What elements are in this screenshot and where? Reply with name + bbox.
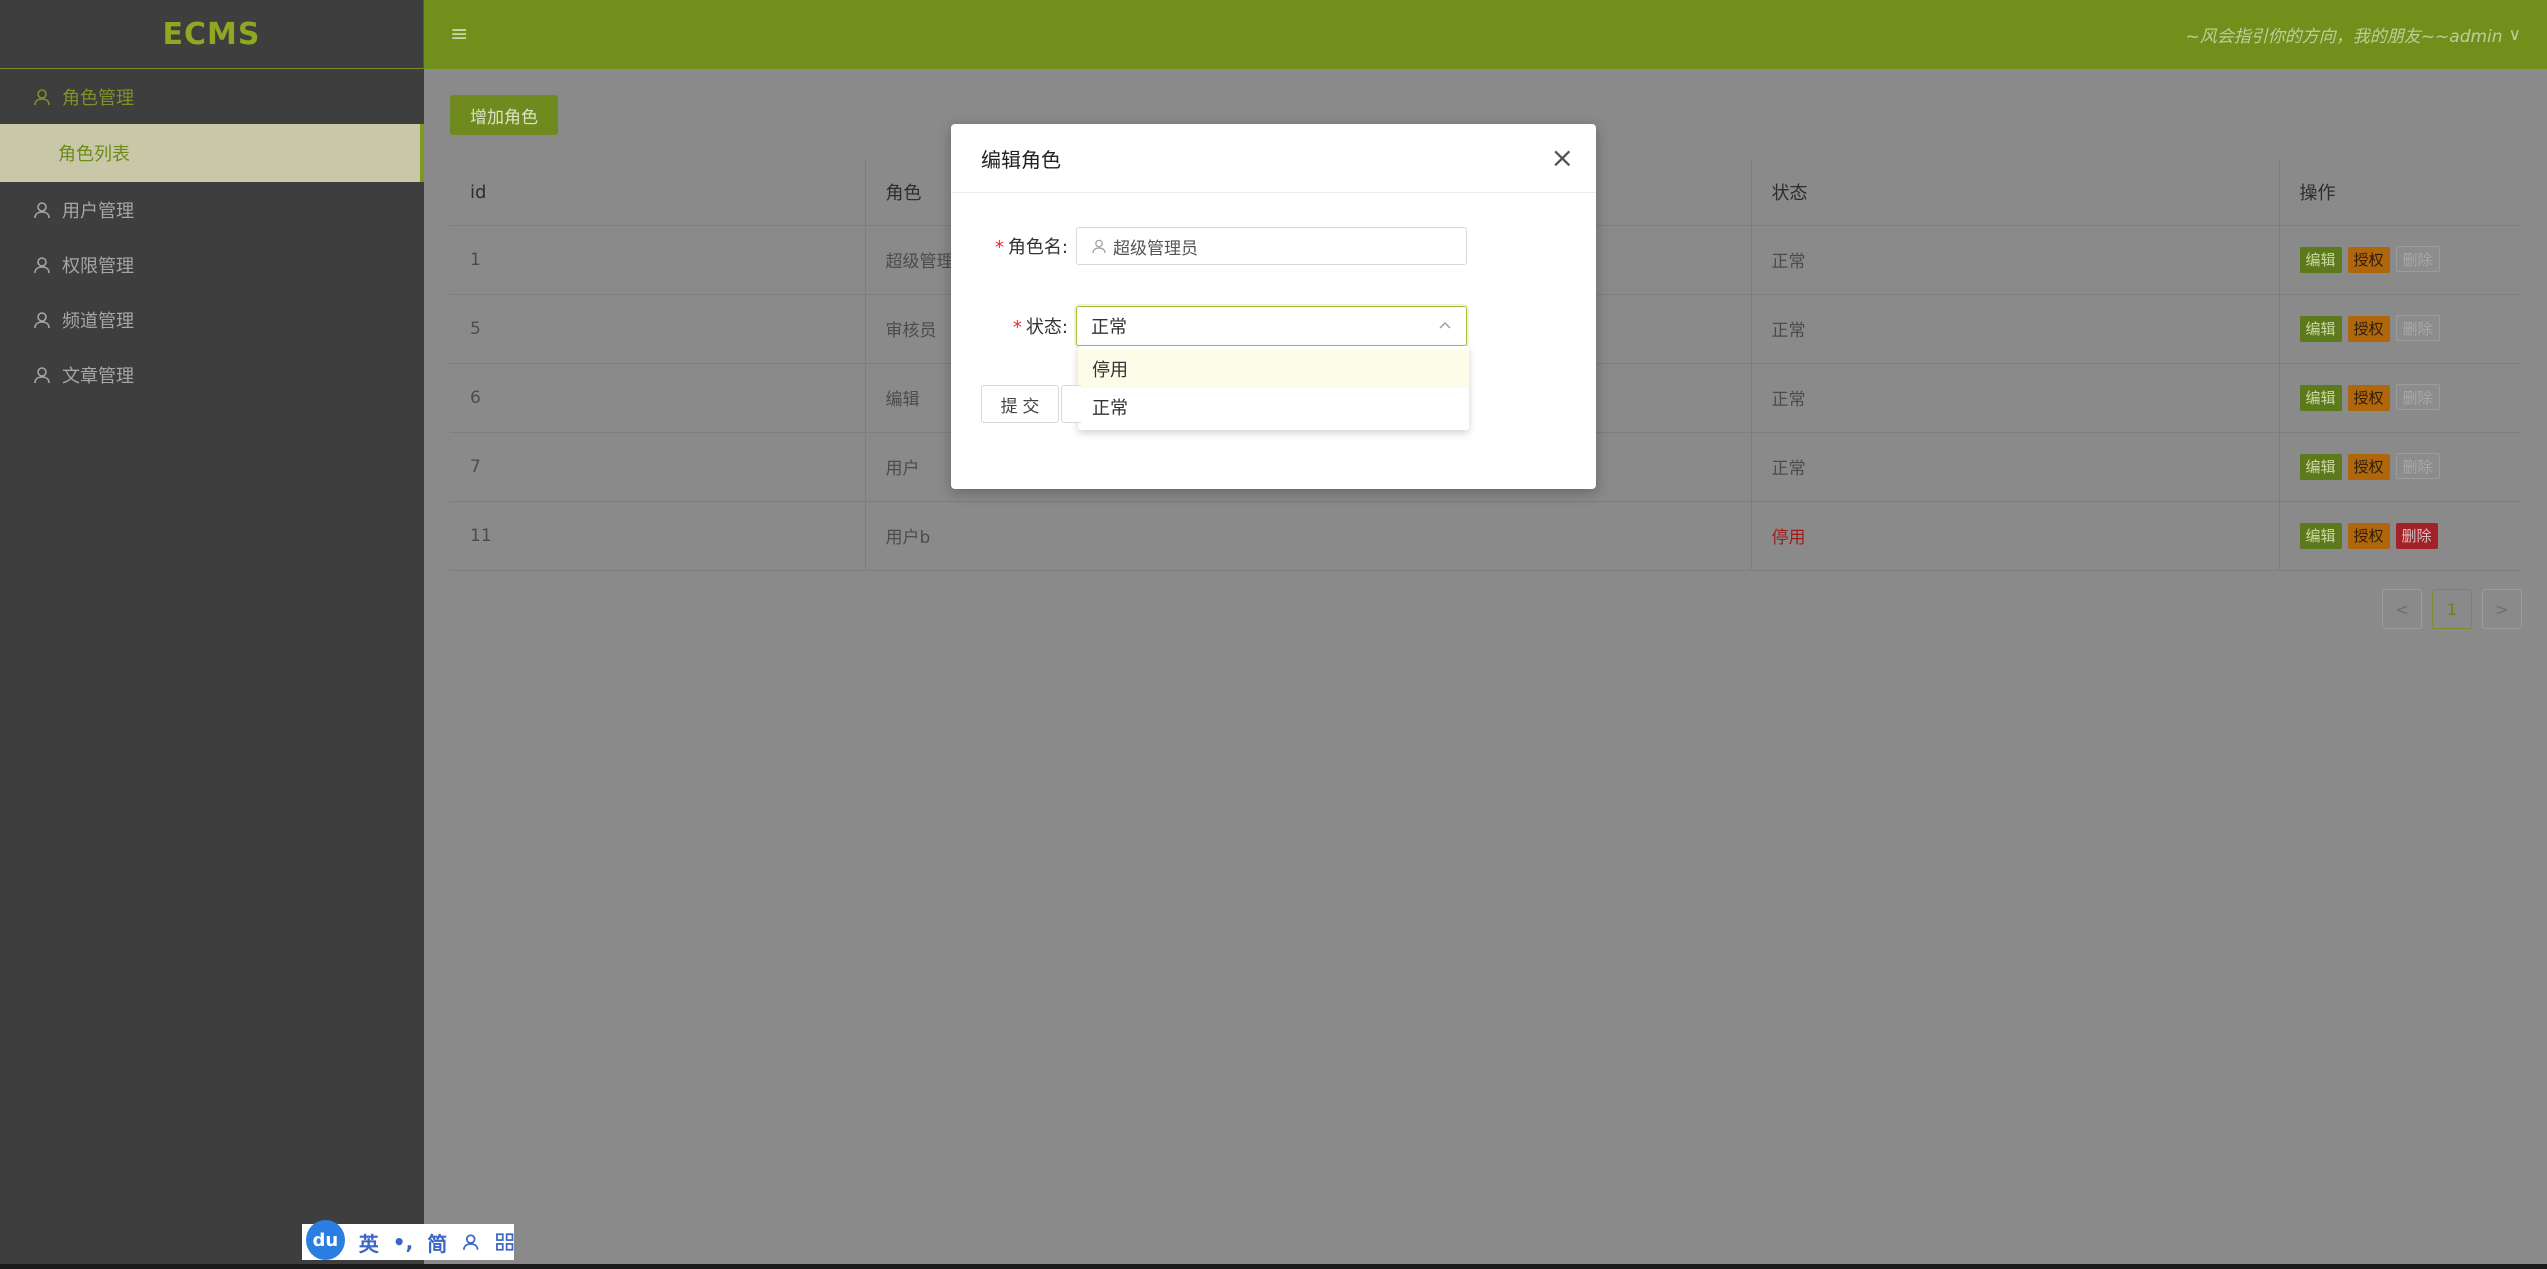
edit-button[interactable]: 编辑 xyxy=(2299,385,2342,411)
cell-status: 正常 xyxy=(1750,363,2279,433)
status-dropdown: 停用 正常 xyxy=(1078,346,1469,430)
sidebar: ECMS 角色管理 角色列表 用户管理 权限管理 频道管理 文章管理 xyxy=(0,0,424,1269)
cell-id: 5 xyxy=(450,294,865,364)
edit-button[interactable]: 编辑 xyxy=(2299,454,2342,480)
ime-punctuation-toggle[interactable]: •, xyxy=(393,1230,413,1254)
ime-logo-icon[interactable]: du xyxy=(306,1220,345,1260)
cell-actions: 编辑 授权 删除 xyxy=(2278,294,2520,364)
cell-actions: 编辑 授权 删除 xyxy=(2278,363,2520,433)
user-icon xyxy=(1092,239,1106,254)
close-icon[interactable]: × xyxy=(1551,144,1574,172)
cell-actions: 编辑 授权 删除 xyxy=(2278,225,2520,295)
authorize-button[interactable]: 授权 xyxy=(2347,454,2390,480)
cell-status: 正常 xyxy=(1750,294,2279,364)
sidebar-subitem-role-list[interactable]: 角色列表 xyxy=(0,124,424,182)
required-mark: * xyxy=(1012,317,1022,338)
cell-role: 用户b xyxy=(864,501,1751,571)
user-menu-text: ~风会指引你的方向，我的朋友~~admin xyxy=(2185,27,2503,47)
status-select[interactable]: 正常 xyxy=(1076,306,1467,346)
cell-status: 停用 xyxy=(1750,501,2279,571)
delete-button: 删除 xyxy=(2395,384,2440,410)
sidebar-item-label: 频道管理 xyxy=(62,310,134,332)
column-header-id: id xyxy=(450,160,865,226)
cell-id: 6 xyxy=(450,363,865,433)
role-name-value: 超级管理员 xyxy=(1113,238,1198,259)
pagination-prev[interactable]: < xyxy=(2382,589,2422,629)
user-icon xyxy=(34,256,50,273)
top-header: ≡ ~风会指引你的方向，我的朋友~~admin ∨ xyxy=(424,0,2547,69)
delete-button: 删除 xyxy=(2395,453,2440,479)
column-header-status: 状态 xyxy=(1750,160,2279,226)
authorize-button[interactable]: 授权 xyxy=(2347,316,2390,342)
table-row: 11 用户b 停用 编辑 授权 删除 xyxy=(450,501,2520,571)
sidebar-item-label: 角色管理 xyxy=(62,87,134,109)
sidebar-item-label: 权限管理 xyxy=(62,255,134,277)
grid-icon[interactable] xyxy=(495,1232,514,1252)
app-logo: ECMS xyxy=(0,0,424,69)
cell-actions: 编辑 授权 删除 xyxy=(2278,432,2520,502)
column-header-actions: 操作 xyxy=(2278,160,2520,226)
user-icon xyxy=(34,201,50,218)
submit-button[interactable]: 提 交 xyxy=(981,385,1059,423)
user-icon xyxy=(34,311,50,328)
sidebar-item-label: 文章管理 xyxy=(62,365,134,387)
edit-button[interactable]: 编辑 xyxy=(2299,522,2342,549)
cell-id: 11 xyxy=(450,501,865,571)
dialog-title: 编辑角色 xyxy=(981,147,1061,172)
sidebar-item-permission-management[interactable]: 权限管理 xyxy=(0,237,424,292)
sidebar-item-article-management[interactable]: 文章管理 xyxy=(0,347,424,402)
required-mark: * xyxy=(994,237,1004,258)
user-icon xyxy=(34,88,50,105)
status-label: * 状态: xyxy=(1012,317,1068,338)
pagination: < 1 > xyxy=(2382,589,2522,629)
role-name-input[interactable]: 超级管理员 xyxy=(1076,227,1467,265)
sidebar-item-role-management[interactable]: 角色管理 xyxy=(0,69,424,124)
user-menu[interactable]: ~风会指引你的方向，我的朋友~~admin ∨ xyxy=(2185,22,2521,48)
dialog-header: 编辑角色 × xyxy=(951,124,1596,193)
edit-role-dialog: 编辑角色 × * 角色名: 超级管理员 * 状态: 正常 停用 正常 提 交 xyxy=(951,124,1596,489)
ime-toolbar: du 英 •, 简 xyxy=(302,1220,514,1260)
chevron-down-icon: ∨ xyxy=(2508,24,2521,45)
edit-button[interactable]: 编辑 xyxy=(2299,247,2342,273)
ime-simplified-toggle[interactable]: 简 xyxy=(427,1228,447,1257)
cell-status: 正常 xyxy=(1750,432,2279,502)
role-name-label: * 角色名: xyxy=(994,237,1068,258)
authorize-button[interactable]: 授权 xyxy=(2347,247,2390,273)
delete-button: 删除 xyxy=(2395,246,2440,272)
status-option-stopped[interactable]: 停用 xyxy=(1078,350,1469,388)
ime-language-toggle[interactable]: 英 xyxy=(359,1228,379,1257)
chevron-up-icon xyxy=(1439,322,1451,329)
status-option-normal[interactable]: 正常 xyxy=(1078,388,1469,426)
cell-id: 1 xyxy=(450,225,865,295)
delete-button[interactable]: 删除 xyxy=(2395,522,2438,549)
pagination-next[interactable]: > xyxy=(2482,589,2522,629)
secondary-button[interactable] xyxy=(1061,385,1081,423)
sidebar-item-user-management[interactable]: 用户管理 xyxy=(0,182,424,237)
sidebar-item-channel-management[interactable]: 频道管理 xyxy=(0,292,424,347)
authorize-button[interactable]: 授权 xyxy=(2347,385,2390,411)
pagination-page-1[interactable]: 1 xyxy=(2432,589,2472,629)
status-select-value: 正常 xyxy=(1091,317,1127,338)
cell-id: 7 xyxy=(450,432,865,502)
menu-toggle-icon[interactable]: ≡ xyxy=(450,22,468,47)
authorize-button[interactable]: 授权 xyxy=(2347,522,2390,549)
role-name-row: * 角色名: 超级管理员 xyxy=(951,227,1467,265)
status-row: * 状态: 正常 xyxy=(951,306,1467,346)
cell-status: 正常 xyxy=(1750,225,2279,295)
user-icon[interactable] xyxy=(461,1232,480,1252)
sidebar-item-label: 用户管理 xyxy=(62,200,134,222)
sidebar-subitem-label: 角色列表 xyxy=(58,144,130,165)
taskbar-strip xyxy=(0,1264,2547,1269)
cell-actions: 编辑 授权 删除 xyxy=(2278,501,2520,571)
add-role-button[interactable]: 增加角色 xyxy=(450,95,558,135)
edit-button[interactable]: 编辑 xyxy=(2299,316,2342,342)
user-icon xyxy=(34,366,50,383)
delete-button: 删除 xyxy=(2395,315,2440,341)
